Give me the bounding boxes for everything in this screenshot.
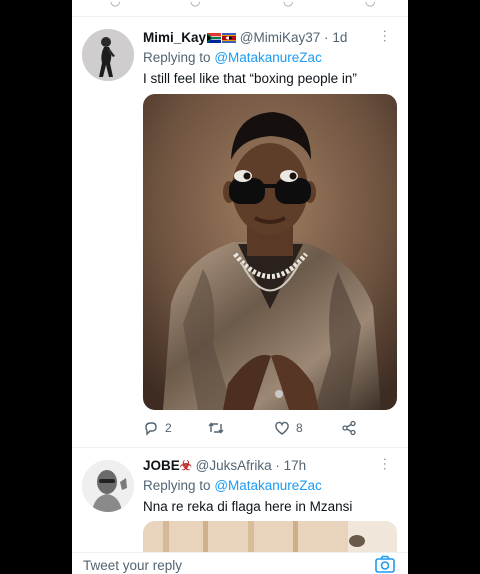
reply-icon <box>145 422 157 436</box>
mention-link[interactable]: @MatakanureZac <box>214 478 322 493</box>
replying-to: Replying to @MatakanureZac <box>143 50 322 65</box>
separator-dot: · <box>324 30 329 45</box>
user-handle[interactable]: @MimiKay37 <box>240 30 320 45</box>
tweet[interactable]: Mimi_Kay @MimiKay37 · 1d ··· Replying to… <box>72 17 408 447</box>
tweet-text: Nna re reka di flaga here in Mzansi <box>143 499 353 514</box>
share-icon[interactable]: ◡ <box>365 0 375 8</box>
eswatini-flag-icon <box>222 33 237 43</box>
like-button[interactable]: 8 <box>274 420 303 436</box>
reply-composer[interactable]: Tweet your reply <box>72 552 408 574</box>
retweet-button[interactable] <box>207 420 225 436</box>
like-count: 8 <box>296 421 303 435</box>
biohazard-icon: ☣ <box>179 458 192 473</box>
like-icon[interactable]: ◡ <box>283 0 293 8</box>
tweet[interactable]: JOBE☣ @JuksAfrika · 17h ··· Replying to … <box>72 448 408 561</box>
timestamp[interactable]: 17h <box>284 458 307 473</box>
display-name[interactable]: Mimi_Kay <box>143 30 206 45</box>
reply-count: 2 <box>165 421 172 435</box>
replying-to-label: Replying to <box>143 50 211 65</box>
tweet-reply-input[interactable]: Tweet your reply <box>83 558 182 573</box>
heart-icon <box>275 421 289 435</box>
separator-dot: · <box>275 458 280 473</box>
tweet-actions: 2 8 <box>143 420 397 442</box>
user-handle[interactable]: @JuksAfrika <box>196 458 272 473</box>
replying-to-label: Replying to <box>143 478 211 493</box>
avatar-photo <box>82 460 134 512</box>
tweet-header: Mimi_Kay @MimiKay37 · 1d <box>143 30 347 45</box>
share-button[interactable] <box>341 420 357 436</box>
avatar[interactable] <box>82 29 134 81</box>
south-africa-flag-icon <box>207 33 222 43</box>
avatar-silhouette-image <box>82 29 134 81</box>
reply-icon[interactable]: ◡ <box>110 0 120 8</box>
more-options-icon[interactable]: ··· <box>378 29 394 43</box>
timestamp[interactable]: 1d <box>332 30 347 45</box>
retweet-icon <box>208 422 224 434</box>
reply-button[interactable]: 2 <box>143 420 172 436</box>
camera-icon[interactable] <box>374 554 396 574</box>
mention-link[interactable]: @MatakanureZac <box>214 50 322 65</box>
tweet-photo[interactable] <box>143 94 397 410</box>
display-name[interactable]: JOBE <box>143 458 180 473</box>
share-icon <box>342 420 356 436</box>
twitter-thread: ◡ ◡ ◡ ◡ Mimi_Kay @MimiKay37 · 1d ··· Rep… <box>72 0 408 574</box>
avatar[interactable] <box>82 460 134 512</box>
more-options-icon[interactable]: ··· <box>378 457 394 471</box>
previous-tweet-actions: ◡ ◡ ◡ ◡ <box>72 0 408 17</box>
replying-to: Replying to @MatakanureZac <box>143 478 322 493</box>
tweet-text: I still feel like that “boxing people in… <box>143 71 357 86</box>
portrait-photo <box>143 94 397 410</box>
tweet-header: JOBE☣ @JuksAfrika · 17h <box>143 458 306 474</box>
retweet-icon[interactable]: ◡ <box>190 0 200 8</box>
